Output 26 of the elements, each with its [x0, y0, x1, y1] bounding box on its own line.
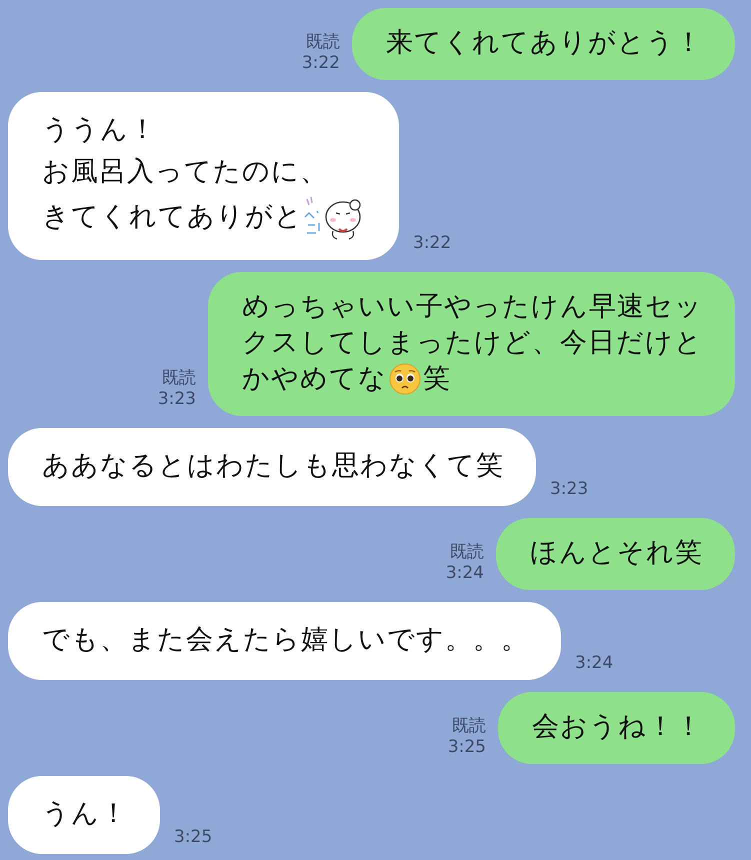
message-text: うん！ [42, 797, 128, 831]
message-text: でも、また会えたら嬉しいです。。。 [42, 623, 529, 657]
pleading-face-icon [389, 363, 421, 395]
message-time: 3:24 [446, 563, 484, 584]
message-text: ああなるとはわたしも思わなくて笑 [42, 449, 504, 483]
message-text: 笑 [423, 362, 451, 396]
message-text: クスしてしまったけど、今日だけと [242, 326, 703, 360]
message-text: お風呂入ってたのに、 [42, 155, 328, 189]
message-text: ほんとそれ笑 [530, 536, 703, 570]
message-time: 3:24 [575, 653, 614, 674]
message-text: 来てくれてありがとう！ [386, 26, 703, 60]
message-time: 3:22 [302, 53, 340, 74]
read-receipt: 既読 [450, 542, 484, 563]
message-text: かやめてな [242, 362, 387, 396]
message-text: めっちゃいい子やったけん早速セッ [242, 290, 703, 324]
read-receipt: 既読 [162, 368, 196, 389]
message-time: 3:25 [174, 827, 212, 848]
message-text: 会おうね！！ [532, 710, 703, 744]
read-receipt: 既読 [452, 716, 486, 737]
message-time: 3:23 [158, 389, 196, 410]
message-text: ううん！ [42, 113, 157, 147]
read-receipt: 既読 [306, 32, 340, 53]
message-text: きてくれてありがと [42, 200, 303, 234]
message-time: 3:25 [448, 737, 486, 758]
message-time: 3:22 [413, 233, 452, 254]
message-time: 3:23 [550, 479, 588, 500]
